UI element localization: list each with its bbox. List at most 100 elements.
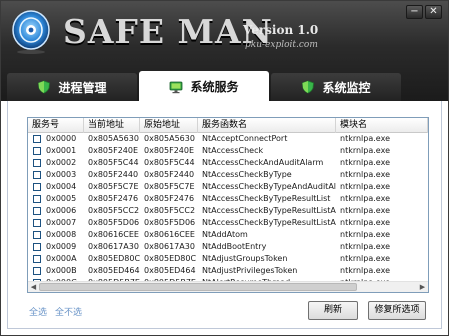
table-row[interactable]: 0x0003 0x805F2440 0x805F2440 NtAccessCheckB… bbox=[28, 169, 428, 181]
cell-current-address: 0x805F240E bbox=[88, 146, 139, 155]
column-header-original-address[interactable]: 原始地址 bbox=[140, 118, 198, 133]
cell-current-address: 0x805F5D06 bbox=[88, 218, 140, 227]
table-row[interactable]: 0x0000 0x805A5630 0x805A5630 NtAcceptConnec… bbox=[28, 133, 428, 145]
row-checkbox[interactable] bbox=[33, 207, 41, 215]
row-checkbox[interactable] bbox=[33, 183, 41, 191]
cell-original-address: 0x805ED464 bbox=[144, 266, 196, 275]
table-row[interactable]: 0x0005 0x805F2476 0x805F2476 NtAccessCheckB… bbox=[28, 193, 428, 205]
cell-function-name: NtAcceptConnectPort bbox=[202, 134, 288, 143]
cell-original-address: 0x805F2476 bbox=[144, 194, 195, 203]
table-row[interactable]: 0x0001 0x805F240E 0x805F240E NtAccessCheck n… bbox=[28, 145, 428, 157]
cell-current-address: 0x80616CEE bbox=[88, 230, 139, 239]
cell-original-address: 0x805F5CC2 bbox=[144, 206, 196, 215]
cell-function-name: NtAddAtom bbox=[202, 230, 248, 239]
tab-label: 系统服务 bbox=[190, 80, 239, 94]
cell-module-name: ntkrnlpa.exe bbox=[340, 146, 390, 155]
site-label: pku-exploit.com bbox=[245, 40, 318, 50]
column-header-function-name[interactable]: 服务函数名 bbox=[198, 118, 336, 133]
cell-function-name: NtAccessCheck bbox=[202, 146, 264, 155]
cell-original-address: 0x805F240E bbox=[144, 146, 195, 155]
cell-module-name: ntkrnlpa.exe bbox=[340, 242, 390, 251]
minimize-icon: − bbox=[410, 6, 419, 17]
services-panel: 服务号 当前地址 原始地址 服务函数名 模块名 0x0000 0x805A5630… bbox=[7, 101, 442, 329]
cell-function-name: NtAdjustPrivilegesToken bbox=[202, 266, 298, 275]
table-row[interactable]: 0x0009 0x80617A30 0x80617A30 NtAddBootEntry… bbox=[28, 241, 428, 253]
row-checkbox[interactable] bbox=[33, 135, 41, 143]
scroll-right-icon[interactable]: ▶ bbox=[417, 282, 428, 292]
column-header-current-address[interactable]: 当前地址 bbox=[84, 118, 140, 133]
table-row[interactable]: 0x000B 0x805ED464 0x805ED464 NtAdjustPrivil… bbox=[28, 265, 428, 277]
shield-icon bbox=[302, 80, 315, 94]
table-row[interactable]: 0x0004 0x805F5C7E 0x805F5C7E NtAccessCheckB… bbox=[28, 181, 428, 193]
select-all-link[interactable]: 全选 bbox=[29, 305, 47, 318]
table-row[interactable]: 0x0006 0x805F5CC2 0x805F5CC2 NtAccessCheckB… bbox=[28, 205, 428, 217]
row-checkbox[interactable] bbox=[33, 243, 41, 251]
cell-module-name: ntkrnlpa.exe bbox=[340, 230, 390, 239]
cell-current-address: 0x805F5C44 bbox=[88, 158, 139, 167]
cell-function-name: NtAddBootEntry bbox=[202, 242, 267, 251]
version-label: Version 1.0 bbox=[243, 23, 319, 37]
row-checkbox[interactable] bbox=[33, 255, 41, 263]
row-checkbox[interactable] bbox=[33, 267, 41, 275]
cell-original-address: 0x805F5C7E bbox=[144, 182, 195, 191]
cell-original-address: 0x805F2440 bbox=[144, 170, 195, 179]
cell-module-name: ntkrnlpa.exe bbox=[340, 170, 390, 179]
monitor-icon bbox=[170, 81, 183, 93]
horizontal-scrollbar[interactable]: ◀ ▶ bbox=[28, 281, 428, 292]
cell-service-number: 0x0000 bbox=[46, 134, 77, 143]
cell-function-name: NtAccessCheckAndAuditAlarm bbox=[202, 158, 324, 167]
cell-original-address: 0x80616CEE bbox=[144, 230, 195, 239]
restore-selected-button[interactable]: 修复所选项 bbox=[368, 301, 426, 320]
app-window: SAFE MAN Version 1.0 pku-exploit.com − ✕… bbox=[0, 0, 449, 336]
tab-process-management[interactable]: 进程管理 bbox=[7, 73, 137, 101]
cell-service-number: 0x0009 bbox=[46, 242, 77, 251]
cell-current-address: 0x805F5C7E bbox=[88, 182, 139, 191]
refresh-button[interactable]: 刷新 bbox=[308, 301, 358, 320]
shield-icon bbox=[38, 80, 51, 94]
cell-service-number: 0x0001 bbox=[46, 146, 77, 155]
cell-service-number: 0x0002 bbox=[46, 158, 77, 167]
app-title: SAFE MAN bbox=[63, 12, 273, 51]
table-row[interactable]: 0x000A 0x805ED80C 0x805ED80C NtAdjustGroups… bbox=[28, 253, 428, 265]
cell-current-address: 0x805ED80C bbox=[88, 254, 140, 263]
minimize-button[interactable]: − bbox=[406, 5, 423, 19]
table-row[interactable]: 0x0007 0x805F5D06 0x805F5D06 NtAccessCheckB… bbox=[28, 217, 428, 229]
cell-function-name: NtAccessCheckByTypeResultList bbox=[202, 194, 331, 203]
services-list[interactable]: 服务号 当前地址 原始地址 服务函数名 模块名 0x0000 0x805A5630… bbox=[27, 117, 429, 293]
cell-current-address: 0x805A5630 bbox=[88, 134, 139, 143]
table-row[interactable]: 0x0002 0x805F5C44 0x805F5C44 NtAccessCheckA… bbox=[28, 157, 428, 169]
row-checkbox[interactable] bbox=[33, 147, 41, 155]
cell-function-name: NtAccessCheckByTypeAndAuditAlarm bbox=[202, 182, 336, 191]
scrollbar-thumb[interactable] bbox=[39, 283, 357, 291]
row-checkbox[interactable] bbox=[33, 195, 41, 203]
cell-original-address: 0x805F5C44 bbox=[144, 158, 195, 167]
cell-service-number: 0x0008 bbox=[46, 230, 77, 239]
list-rows: 0x0000 0x805A5630 0x805A5630 NtAcceptConnec… bbox=[28, 133, 428, 283]
cell-service-number: 0x0006 bbox=[46, 206, 77, 215]
cell-original-address: 0x805A5630 bbox=[144, 134, 195, 143]
close-button[interactable]: ✕ bbox=[425, 5, 442, 19]
cell-module-name: ntkrnlpa.exe bbox=[340, 254, 390, 263]
table-row[interactable]: 0x0008 0x80616CEE 0x80616CEE NtAddAtom ntkrn… bbox=[28, 229, 428, 241]
cell-module-name: ntkrnlpa.exe bbox=[340, 194, 390, 203]
scroll-left-icon[interactable]: ◀ bbox=[28, 282, 39, 292]
cell-module-name: ntkrnlpa.exe bbox=[340, 158, 390, 167]
row-checkbox[interactable] bbox=[33, 171, 41, 179]
row-checkbox[interactable] bbox=[33, 219, 41, 227]
column-header-service-number[interactable]: 服务号 bbox=[28, 118, 84, 133]
cell-module-name: ntkrnlpa.exe bbox=[340, 218, 390, 227]
cell-service-number: 0x000B bbox=[46, 266, 77, 275]
select-none-link[interactable]: 全不选 bbox=[55, 305, 82, 318]
cell-original-address: 0x805ED80C bbox=[144, 254, 197, 263]
cell-function-name: NtAccessCheckByTypeResultListAnd... bbox=[202, 206, 336, 215]
column-header-module-name[interactable]: 模块名 bbox=[336, 118, 428, 133]
row-checkbox[interactable] bbox=[33, 159, 41, 167]
row-checkbox[interactable] bbox=[33, 231, 41, 239]
tab-system-services[interactable]: 系统服务 bbox=[139, 71, 269, 102]
cell-current-address: 0x805ED464 bbox=[88, 266, 140, 275]
tab-system-monitor[interactable]: 系统监控 bbox=[271, 73, 401, 101]
cell-function-name: NtAccessCheckByType bbox=[202, 170, 292, 179]
eye-logo-icon bbox=[12, 10, 50, 54]
cell-module-name: ntkrnlpa.exe bbox=[340, 206, 390, 215]
cell-module-name: ntkrnlpa.exe bbox=[340, 266, 390, 275]
